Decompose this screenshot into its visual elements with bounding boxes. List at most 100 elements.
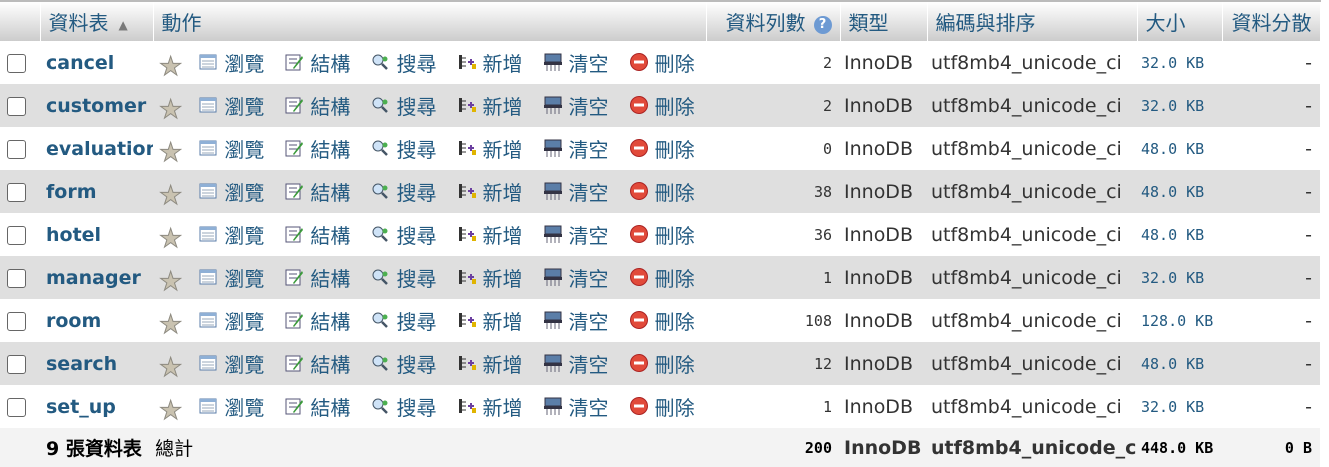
empty-label[interactable]: 清空 <box>569 91 609 120</box>
drop-action[interactable]: 刪除 <box>629 349 695 378</box>
insert-action[interactable]: 新增 <box>457 48 523 77</box>
structure-label[interactable]: 結構 <box>310 134 350 163</box>
drop-action[interactable]: 刪除 <box>629 220 695 249</box>
star-icon[interactable]: ★ <box>158 354 182 381</box>
structure-label[interactable]: 結構 <box>310 177 350 206</box>
browse-label[interactable]: 瀏覽 <box>224 177 264 206</box>
search-label[interactable]: 搜尋 <box>396 392 436 421</box>
browse-label[interactable]: 瀏覽 <box>224 263 264 292</box>
insert-action[interactable]: 新增 <box>457 306 523 335</box>
structure-label[interactable]: 結構 <box>310 220 350 249</box>
structure-action[interactable]: 結構 <box>284 349 350 378</box>
row-checkbox[interactable] <box>7 397 26 417</box>
header-type-column[interactable]: 類型 <box>840 0 928 41</box>
browse-action[interactable]: 瀏覽 <box>198 91 264 120</box>
browse-label[interactable]: 瀏覽 <box>224 349 264 378</box>
structure-label[interactable]: 結構 <box>310 91 350 120</box>
search-action[interactable]: 搜尋 <box>370 263 436 292</box>
row-checkbox[interactable] <box>7 53 26 73</box>
structure-label[interactable]: 結構 <box>310 306 350 335</box>
search-label[interactable]: 搜尋 <box>396 263 436 292</box>
browse-label[interactable]: 瀏覽 <box>224 392 264 421</box>
insert-label[interactable]: 新增 <box>483 349 523 378</box>
drop-label[interactable]: 刪除 <box>655 306 695 335</box>
structure-action[interactable]: 結構 <box>284 306 350 335</box>
star-icon[interactable]: ★ <box>158 397 182 424</box>
browse-action[interactable]: 瀏覽 <box>198 220 264 249</box>
empty-action[interactable]: 清空 <box>543 220 609 249</box>
drop-action[interactable]: 刪除 <box>629 177 695 206</box>
row-checkbox[interactable] <box>7 268 26 288</box>
star-icon[interactable]: ★ <box>158 96 182 123</box>
drop-label[interactable]: 刪除 <box>655 177 695 206</box>
drop-action[interactable]: 刪除 <box>629 91 695 120</box>
table-name-link[interactable]: manager <box>40 256 153 299</box>
insert-action[interactable]: 新增 <box>457 349 523 378</box>
search-label[interactable]: 搜尋 <box>396 349 436 378</box>
browse-action[interactable]: 瀏覽 <box>198 177 264 206</box>
drop-action[interactable]: 刪除 <box>629 263 695 292</box>
search-action[interactable]: 搜尋 <box>370 134 436 163</box>
search-label[interactable]: 搜尋 <box>396 134 436 163</box>
browse-action[interactable]: 瀏覽 <box>198 134 264 163</box>
header-table-column[interactable]: 資料表 ▲ <box>40 0 154 41</box>
star-icon[interactable]: ★ <box>158 225 182 252</box>
table-name-link[interactable]: form <box>40 170 153 213</box>
insert-label[interactable]: 新增 <box>483 392 523 421</box>
drop-label[interactable]: 刪除 <box>655 48 695 77</box>
row-checkbox[interactable] <box>7 139 26 159</box>
structure-label[interactable]: 結構 <box>310 392 350 421</box>
drop-action[interactable]: 刪除 <box>629 392 695 421</box>
search-label[interactable]: 搜尋 <box>396 306 436 335</box>
star-icon[interactable]: ★ <box>158 139 182 166</box>
insert-label[interactable]: 新增 <box>483 177 523 206</box>
empty-label[interactable]: 清空 <box>569 220 609 249</box>
insert-action[interactable]: 新增 <box>457 220 523 249</box>
star-icon[interactable]: ★ <box>158 53 182 80</box>
drop-label[interactable]: 刪除 <box>655 349 695 378</box>
drop-label[interactable]: 刪除 <box>655 392 695 421</box>
empty-action[interactable]: 清空 <box>543 263 609 292</box>
empty-action[interactable]: 清空 <box>543 48 609 77</box>
insert-label[interactable]: 新增 <box>483 306 523 335</box>
header-rows-label[interactable]: 資料列數 <box>726 11 806 35</box>
drop-action[interactable]: 刪除 <box>629 48 695 77</box>
drop-label[interactable]: 刪除 <box>655 91 695 120</box>
insert-action[interactable]: 新增 <box>457 392 523 421</box>
table-name-link[interactable]: hotel <box>40 213 153 256</box>
header-overhead-column[interactable]: 資料分散 <box>1222 0 1321 41</box>
insert-label[interactable]: 新增 <box>483 91 523 120</box>
browse-action[interactable]: 瀏覽 <box>198 48 264 77</box>
row-checkbox[interactable] <box>7 96 26 116</box>
structure-action[interactable]: 結構 <box>284 392 350 421</box>
browse-label[interactable]: 瀏覽 <box>224 48 264 77</box>
empty-action[interactable]: 清空 <box>543 392 609 421</box>
structure-label[interactable]: 結構 <box>310 263 350 292</box>
header-size-column[interactable]: 大小 <box>1137 0 1223 41</box>
table-name-link[interactable]: cancel <box>40 41 153 84</box>
insert-label[interactable]: 新增 <box>483 220 523 249</box>
browse-action[interactable]: 瀏覽 <box>198 306 264 335</box>
search-action[interactable]: 搜尋 <box>370 48 436 77</box>
browse-label[interactable]: 瀏覽 <box>224 306 264 335</box>
empty-label[interactable]: 清空 <box>569 48 609 77</box>
header-table-label[interactable]: 資料表 <box>49 11 109 35</box>
header-rows-column[interactable]: 資料列數? <box>706 0 841 41</box>
structure-action[interactable]: 結構 <box>284 48 350 77</box>
drop-action[interactable]: 刪除 <box>629 134 695 163</box>
table-name-link[interactable]: search <box>40 342 153 385</box>
structure-action[interactable]: 結構 <box>284 91 350 120</box>
star-icon[interactable]: ★ <box>158 182 182 209</box>
empty-label[interactable]: 清空 <box>569 392 609 421</box>
table-name-link[interactable]: evaluation <box>40 127 153 170</box>
browse-action[interactable]: 瀏覽 <box>198 349 264 378</box>
structure-label[interactable]: 結構 <box>310 349 350 378</box>
structure-label[interactable]: 結構 <box>310 48 350 77</box>
browse-label[interactable]: 瀏覽 <box>224 91 264 120</box>
sort-arrow-icon[interactable]: ▲ <box>119 18 128 32</box>
search-action[interactable]: 搜尋 <box>370 392 436 421</box>
star-icon[interactable]: ★ <box>158 268 182 295</box>
row-checkbox[interactable] <box>7 354 26 374</box>
row-checkbox[interactable] <box>7 311 26 331</box>
browse-label[interactable]: 瀏覽 <box>224 220 264 249</box>
